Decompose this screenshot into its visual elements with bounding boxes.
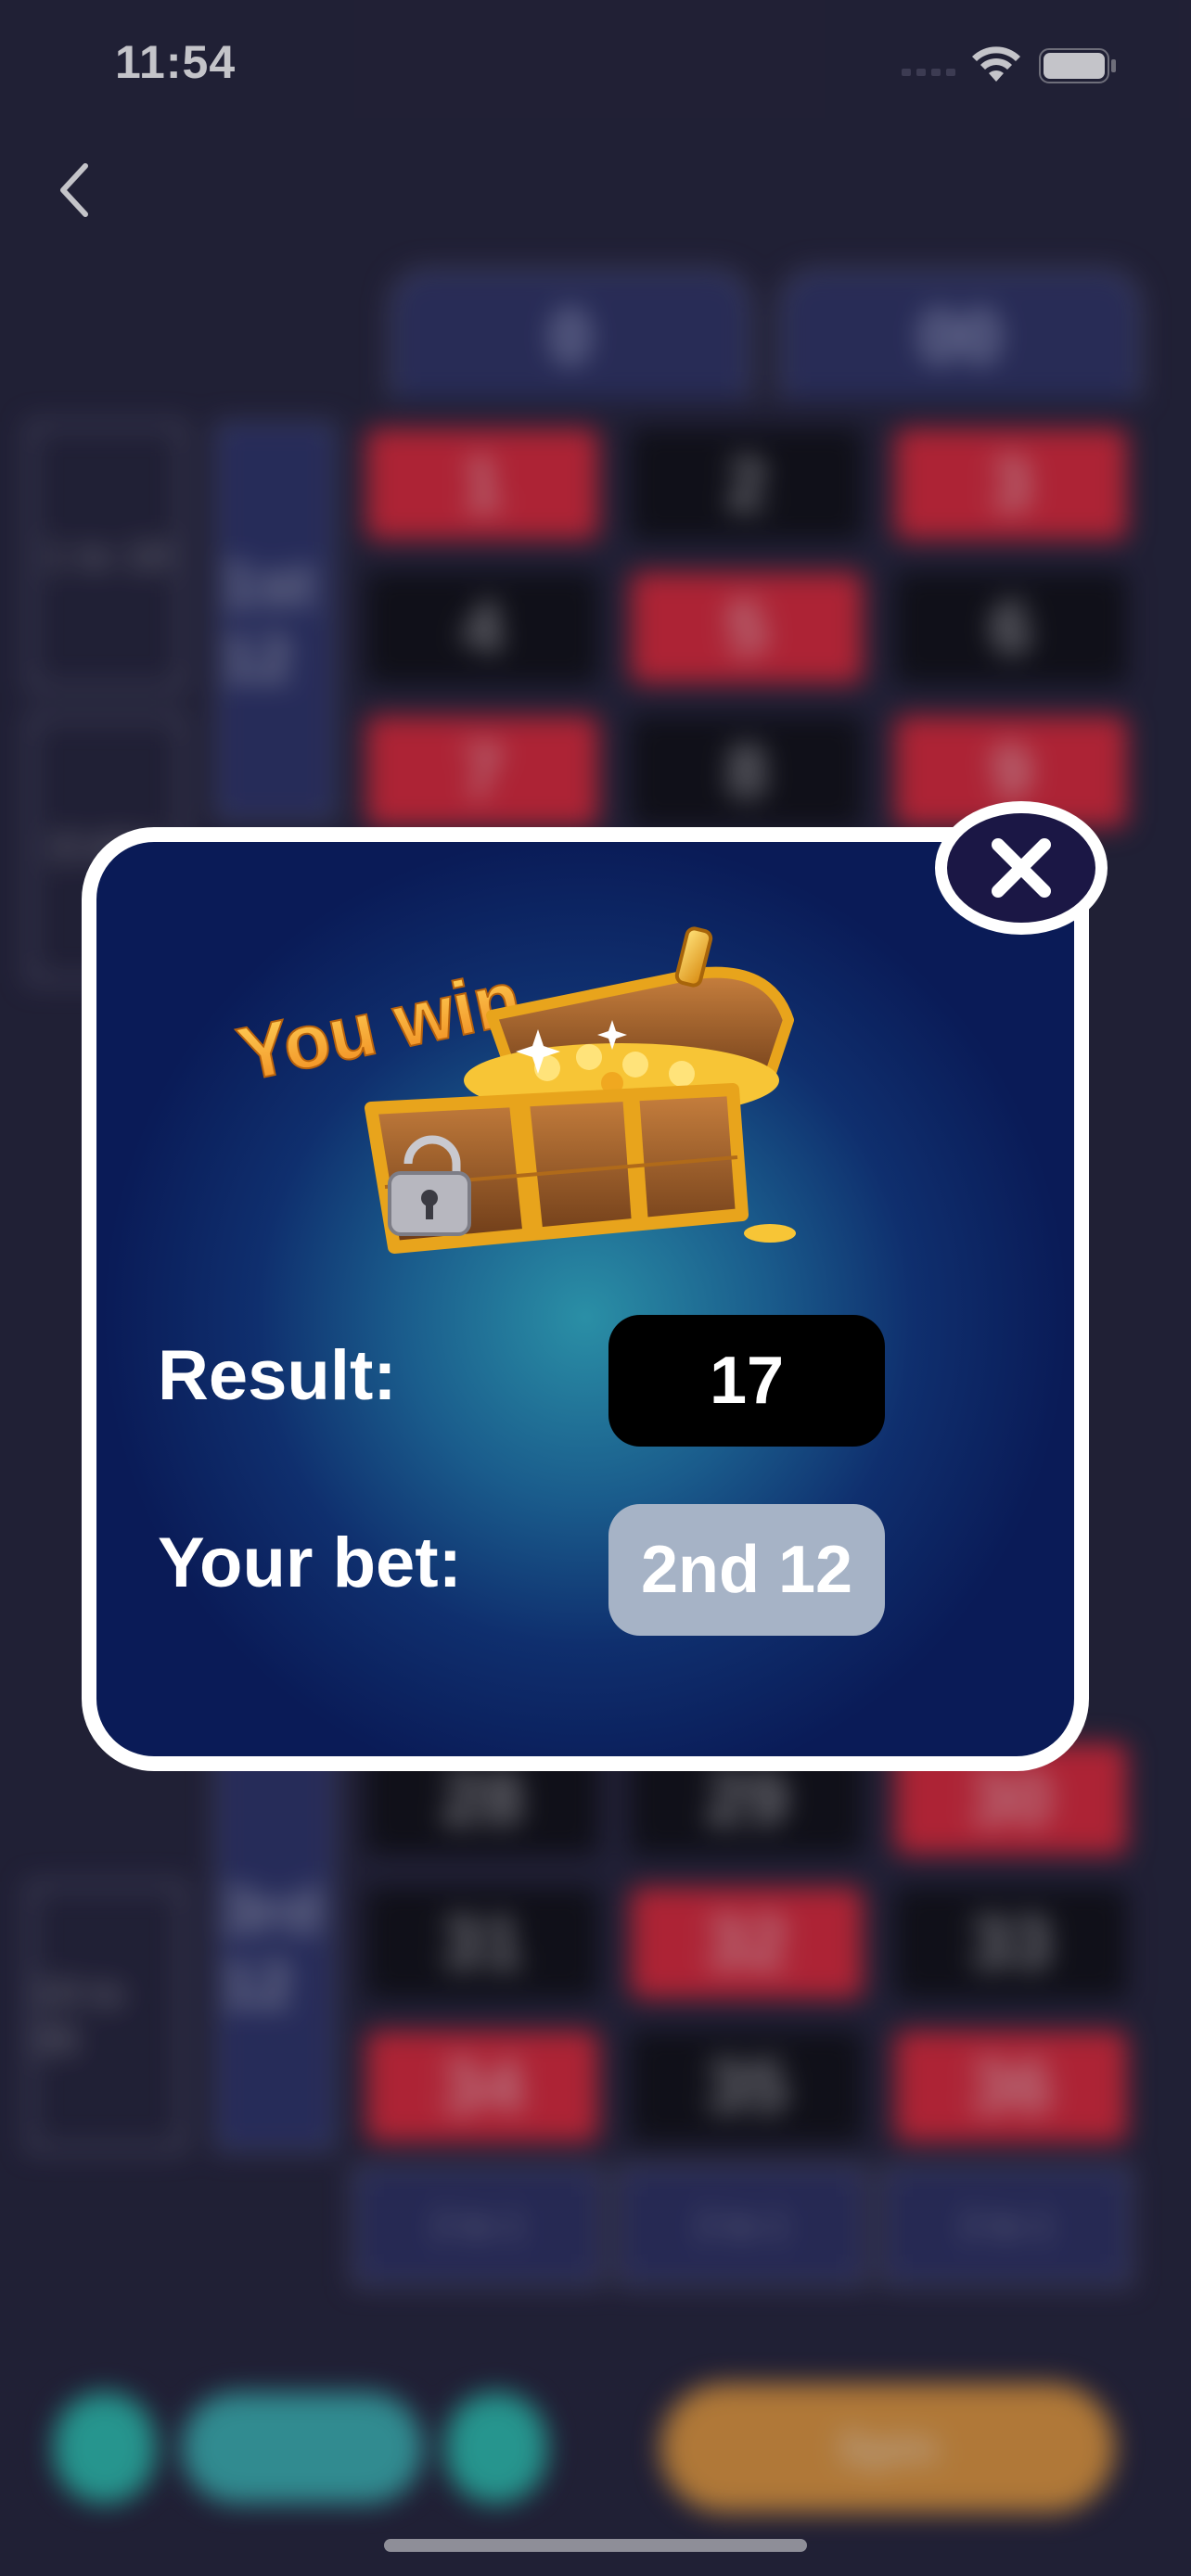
result-value: 17 [608,1315,885,1447]
you-win-graphic: You win [213,909,918,1298]
result-label: Result: [158,1336,397,1415]
home-indicator [384,2539,807,2552]
close-icon [992,838,1051,898]
close-button[interactable] [935,801,1108,935]
close-button-inner [947,813,1095,923]
your-bet-label: Your bet: [158,1524,462,1602]
screen: 0 00 1 to 18 EVEN 19 to 36 1st 12 3rd 12… [0,0,1191,2576]
your-bet-value: 2nd 12 [608,1504,885,1636]
